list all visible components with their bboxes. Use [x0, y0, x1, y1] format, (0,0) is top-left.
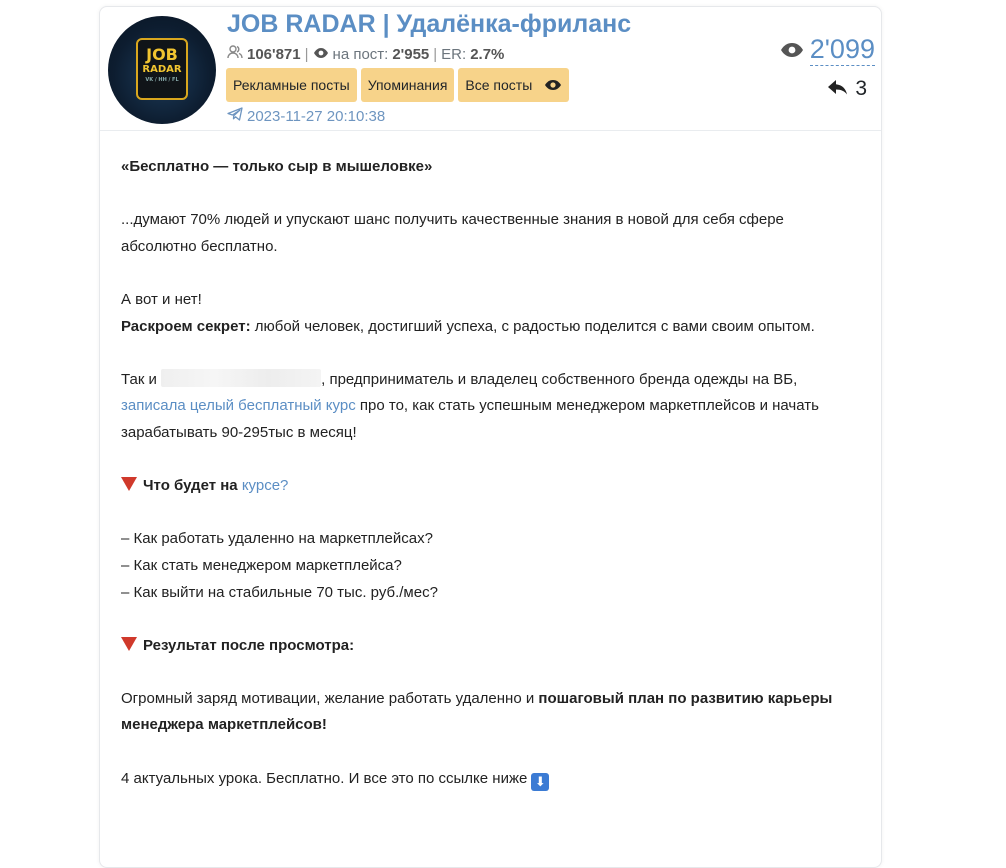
paragraph-2: А вот и нет! Раскроем секрет: любой чело… [121, 287, 841, 340]
ads-posts-button[interactable]: Рекламные посты [226, 68, 357, 102]
eye-icon [780, 34, 804, 65]
all-posts-button[interactable]: Все посты [458, 68, 570, 102]
post-reposts[interactable]: 3 [827, 77, 867, 101]
per-post-label: на пост: [332, 45, 389, 63]
down-arrow-icon: ⬇ [531, 772, 550, 791]
post-date-text: 2023-11-27 20:10:38 [247, 107, 386, 125]
channel-stats: 106'871 | на пост: 2'955 | ER: 2.7% [227, 45, 504, 63]
paragraph-3-a: Так и [121, 370, 162, 388]
post-card: JOB RADAR VK / HH / FL JOB RADAR | Удалё… [99, 6, 882, 868]
avatar-text-3: VK / HH / FL [145, 77, 179, 83]
er-value: 2.7% [470, 45, 505, 63]
eye-icon [313, 46, 329, 63]
list-item: – Как выйти на стабильные 70 тыс. руб./м… [121, 583, 438, 601]
paragraph-2-bold: Раскроем секрет: [121, 317, 251, 335]
post-date[interactable]: 2023-11-27 20:10:38 [227, 107, 385, 125]
all-posts-label: Все посты [465, 77, 533, 93]
subscribers-count: 106'871 [247, 45, 301, 63]
course-link[interactable]: записала целый бесплатный курс [121, 397, 356, 414]
reposts-count: 3 [855, 77, 867, 100]
section-1-bold: Что будет на [143, 477, 242, 495]
eye-icon [544, 79, 562, 91]
paragraph-3-b: , предприниматель и владелец собственног… [321, 370, 798, 388]
redacted-name [161, 368, 322, 387]
avatar-text-2: RADAR [142, 64, 182, 75]
job-radar-logo: JOB RADAR VK / HH / FL [136, 38, 188, 100]
section-2-bold: Результат после просмотра: [143, 636, 355, 654]
post-body: «Бесплатно — только сыр в мышеловке» ...… [121, 154, 841, 819]
channel-title[interactable]: JOB RADAR | Удалёнка-фриланс [227, 10, 631, 39]
stats-separator: | [304, 45, 309, 63]
paragraph-4: Огромный заряд мотивации, желание работа… [121, 686, 841, 739]
list-item: – Как стать менеджером маркетплейса? [121, 556, 402, 574]
er-label: ER: [441, 45, 467, 63]
paragraph-2-rest: любой человек, достигший успеха, с радос… [250, 317, 815, 335]
per-post-value: 2'955 [392, 45, 430, 63]
paragraph-1: ...думают 70% людей и упускают шанс полу… [121, 211, 784, 255]
users-icon [227, 45, 243, 63]
stats-separator-2: | [433, 45, 438, 63]
mentions-button[interactable]: Упоминания [360, 68, 455, 102]
list-item: – Как работать удаленно на маркетплейсах… [121, 530, 433, 548]
reply-icon [827, 77, 849, 101]
filter-buttons: Рекламные посты Упоминания Все посты [226, 68, 570, 102]
post-heading: «Бесплатно — только сыр в мышеловке» [121, 158, 433, 175]
section-2-title: Результат после просмотра: [121, 633, 841, 660]
paragraph-5-text: 4 актуальных урока. Бесплатно. И все это… [121, 769, 528, 787]
paragraph-4-normal: Огромный заряд мотивации, желание работа… [121, 689, 539, 707]
post-header: JOB RADAR VK / HH / FL JOB RADAR | Удалё… [100, 7, 881, 131]
avatar-text-1: JOB [146, 45, 178, 64]
paragraph-3: Так и , предприниматель и владелец собст… [121, 367, 841, 447]
paragraph-2-line-1: А вот и нет! [121, 290, 202, 308]
course-link-2[interactable]: курсе? [242, 477, 289, 494]
views-count: 2'099 [809, 34, 875, 66]
section-1-title: Что будет на курсе? [121, 473, 841, 500]
telegram-icon [227, 107, 243, 125]
red-triangle-icon [121, 636, 137, 651]
question-list: – Как работать удаленно на маркетплейсах… [121, 526, 841, 606]
red-triangle-icon [121, 477, 137, 492]
channel-avatar[interactable]: JOB RADAR VK / HH / FL [108, 16, 216, 124]
post-views[interactable]: 2'099 [780, 33, 875, 66]
paragraph-5: 4 актуальных урока. Бесплатно. И все это… [121, 766, 841, 793]
